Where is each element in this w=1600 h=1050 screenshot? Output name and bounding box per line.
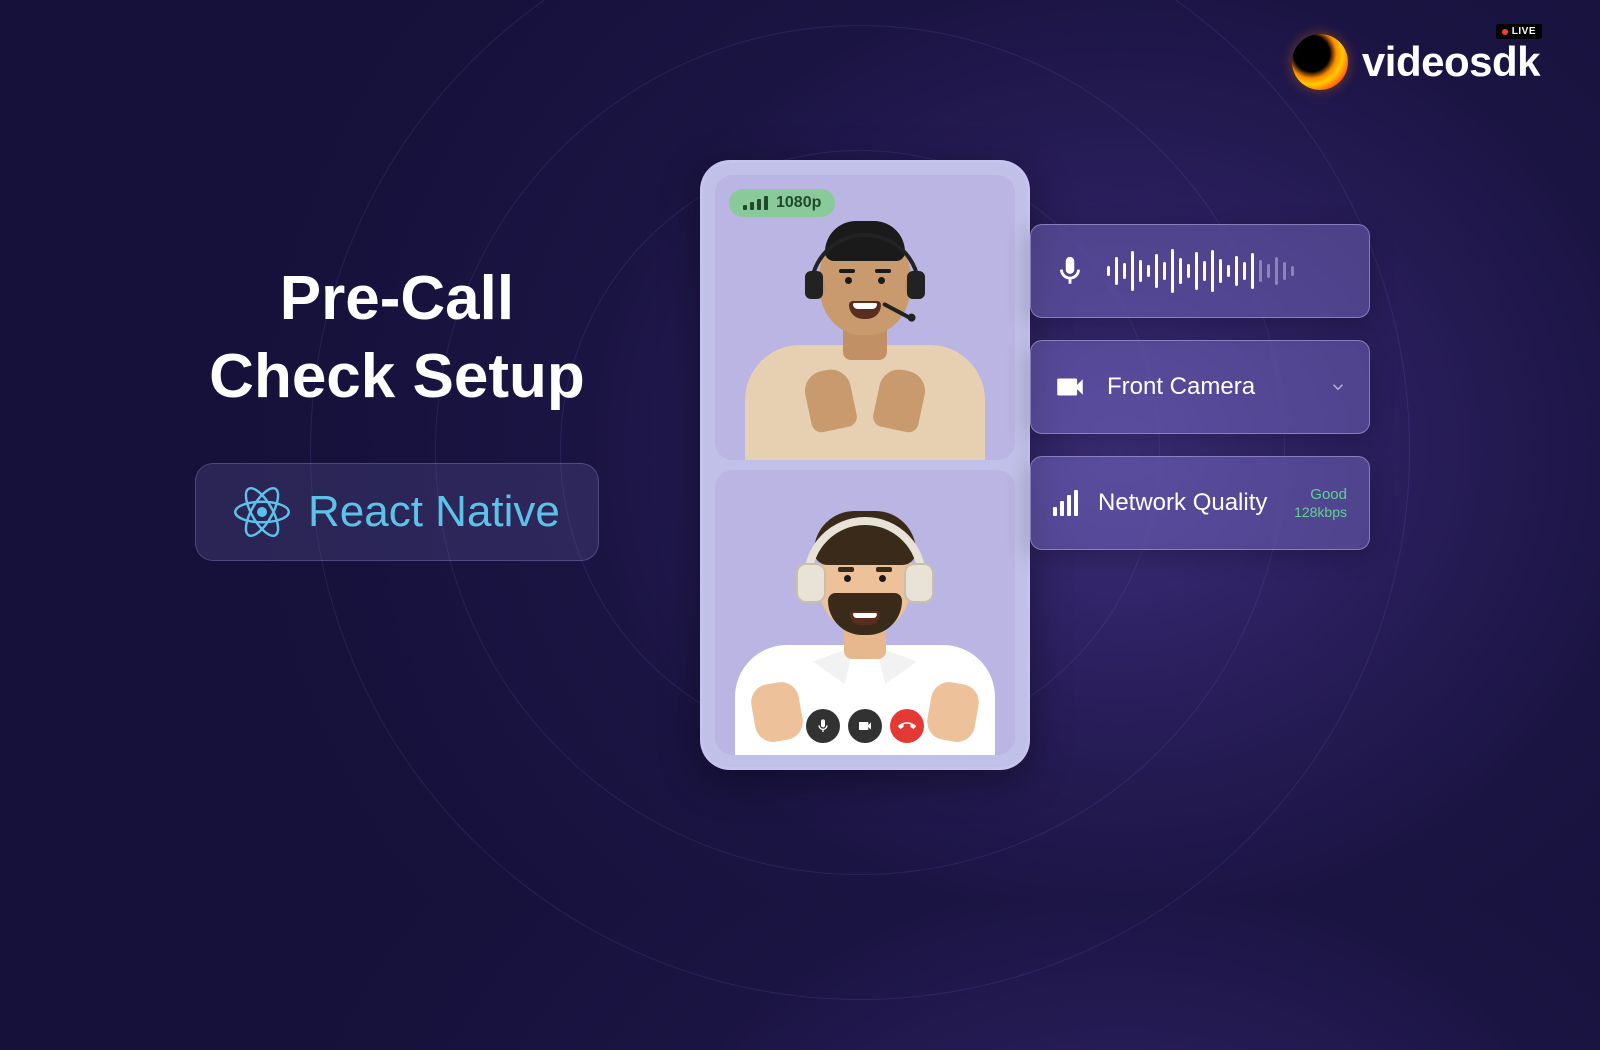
chevron-down-icon: [1329, 378, 1347, 396]
react-icon: [234, 484, 290, 540]
participant-avatar-1: [755, 200, 975, 460]
video-tile-bottom: [715, 470, 1015, 755]
video-tile-top: 1080p: [715, 175, 1015, 460]
headline-block: Pre-Call Check Setup React Native: [195, 260, 599, 561]
network-status-text: Good: [1294, 486, 1347, 504]
network-label: Network Quality: [1098, 489, 1274, 517]
camera-icon: [857, 718, 873, 734]
hangup-icon: [898, 717, 916, 735]
brand-name: videosdk: [1362, 38, 1540, 86]
network-panel[interactable]: Network Quality Good 128kbps: [1030, 456, 1370, 550]
network-status: Good 128kbps: [1294, 486, 1347, 521]
tech-label: React Native: [308, 487, 560, 537]
hangup-button[interactable]: [890, 709, 924, 743]
call-controls: [806, 709, 924, 743]
camera-icon: [1053, 370, 1087, 404]
mic-icon: [1053, 254, 1087, 288]
signal-bars-icon: [1053, 490, 1078, 516]
audio-waveform-icon: [1107, 248, 1294, 294]
brand-logo: LIVE videosdk: [1292, 34, 1540, 90]
live-badge: LIVE: [1496, 24, 1542, 39]
camera-label: Front Camera: [1107, 373, 1309, 401]
network-rate: 128kbps: [1294, 504, 1347, 521]
tech-badge: React Native: [195, 463, 599, 561]
headline-text: Pre-Call Check Setup: [195, 260, 599, 415]
live-badge-text: LIVE: [1512, 26, 1536, 37]
mute-button[interactable]: [806, 709, 840, 743]
live-dot-icon: [1502, 29, 1508, 35]
camera-panel[interactable]: Front Camera: [1030, 340, 1370, 434]
mic-panel[interactable]: [1030, 224, 1370, 318]
mic-icon: [815, 718, 831, 734]
brand-ring-icon: [1292, 34, 1348, 90]
phone-mockup: 1080p: [700, 160, 1030, 770]
camera-button[interactable]: [848, 709, 882, 743]
